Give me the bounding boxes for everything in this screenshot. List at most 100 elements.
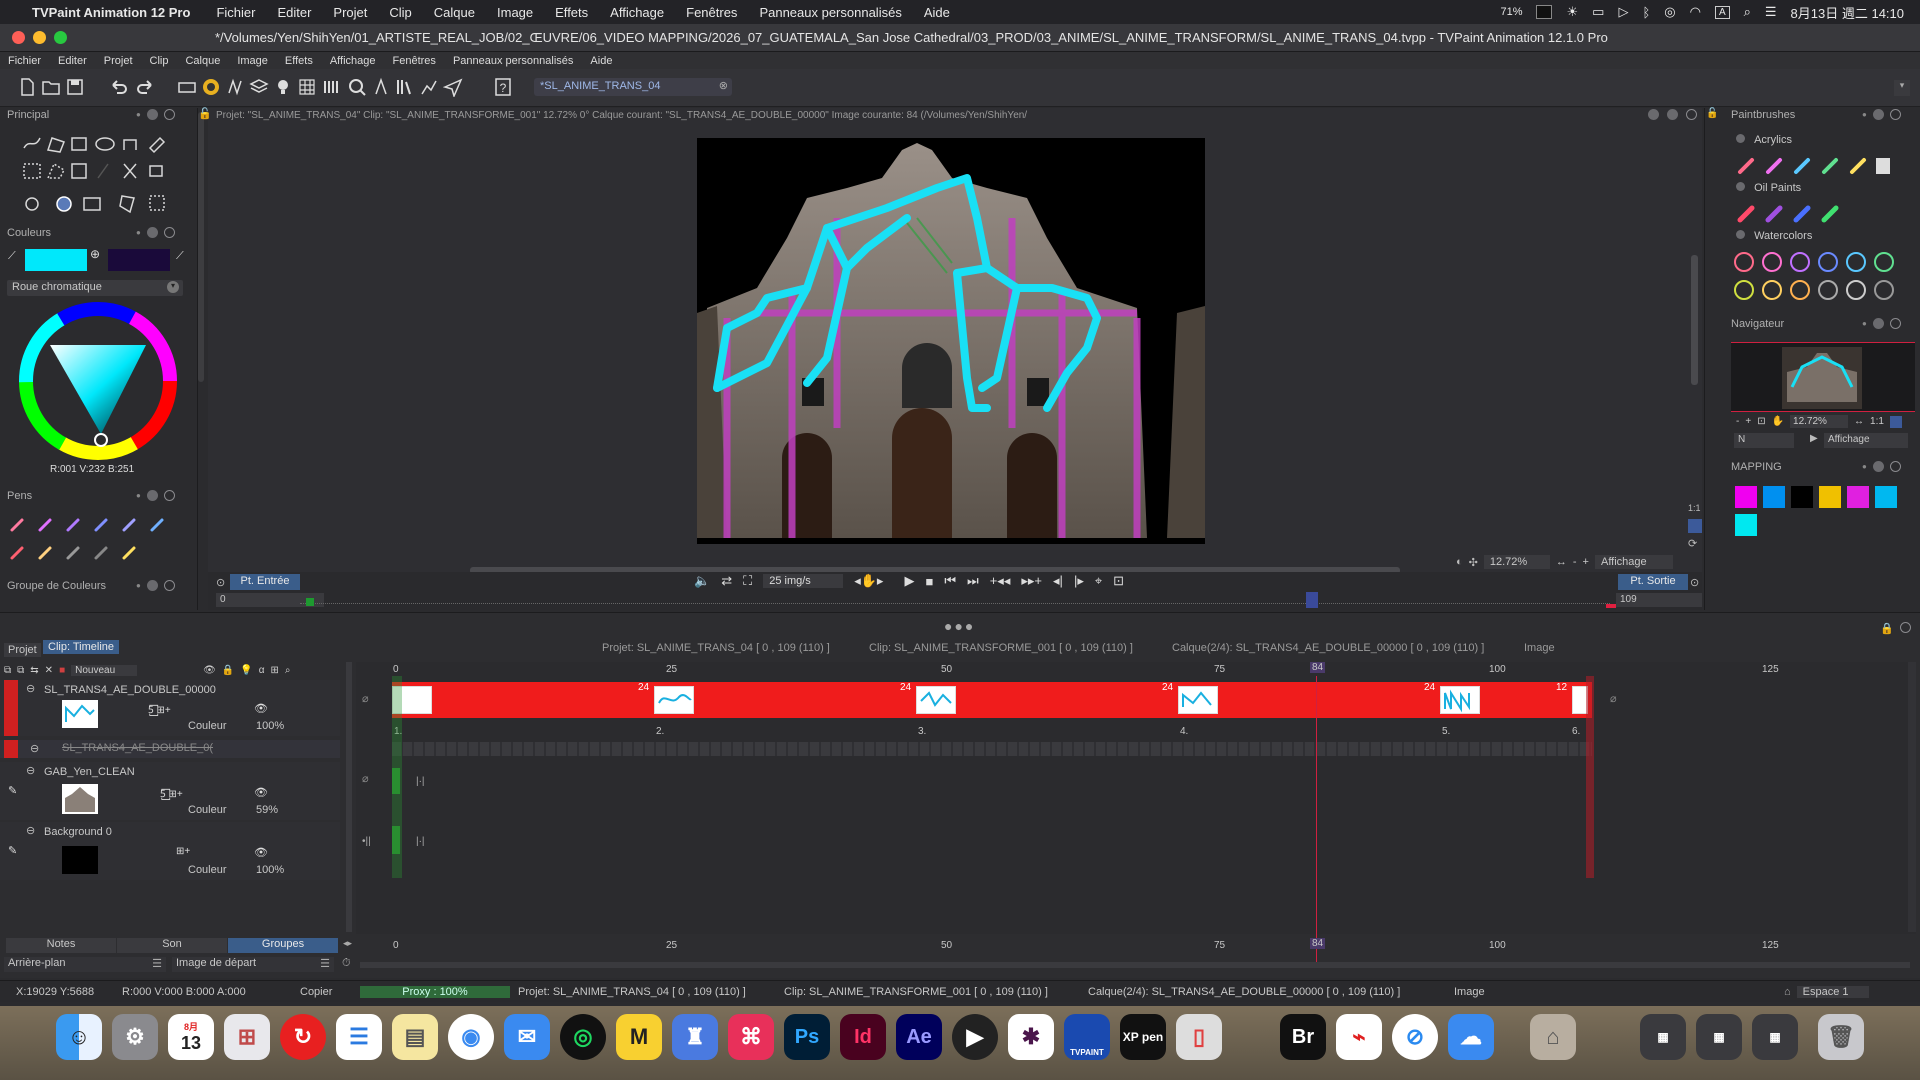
out-point-value[interactable]: 109 xyxy=(1616,593,1702,607)
notes-icon[interactable]: ▤ xyxy=(392,1014,438,1060)
mac-menu-fichier[interactable]: Fichier xyxy=(216,5,255,20)
clock[interactable]: 8月13日 週二 14:10 xyxy=(1791,3,1904,22)
out-point-icon[interactable]: ⊙ xyxy=(1690,576,1699,589)
timeline-zoom-icon[interactable]: ⌕ xyxy=(285,665,291,676)
groupe-close-icon[interactable] xyxy=(163,580,175,591)
bottom-ruler-tick-current[interactable]: 84 xyxy=(1310,938,1326,949)
workspace-select[interactable]: Espace 1 xyxy=(1796,985,1869,998)
mapping-close-icon[interactable] xyxy=(1889,461,1901,472)
light-header-icon[interactable]: 💡 xyxy=(240,665,252,676)
tab-clip-timeline[interactable]: Clip: Timeline xyxy=(43,640,120,654)
oil-paints-brushes[interactable] xyxy=(1736,200,1856,226)
layer-row-3[interactable]: ✎ ⊖ GAB_Yen_CLEAN 5꙱ ⊞+ 👁 Couleur 59% xyxy=(0,762,340,820)
layer-3-visibility-icon[interactable]: 👁 xyxy=(254,786,268,799)
pt-sortie-button[interactable]: Pt. Sortie xyxy=(1618,574,1688,590)
layer-4-options-icon[interactable]: ⊞+ xyxy=(176,846,190,857)
bluetooth-icon[interactable]: ᛒ xyxy=(1642,5,1650,20)
mapping-swatch-5[interactable] xyxy=(1847,486,1869,508)
volume-icon[interactable]: 🔈 xyxy=(694,573,710,589)
couleurs-menu-icon[interactable]: ● xyxy=(136,228,141,237)
mapping-swatch-4[interactable] xyxy=(1819,486,1841,508)
spotify-icon[interactable]: ◎ xyxy=(560,1014,606,1060)
layer-4-pencil-icon[interactable]: ✎ xyxy=(8,844,17,857)
slack-icon[interactable]: ✱ xyxy=(1008,1014,1054,1060)
next-key-button[interactable]: ▸▸+ xyxy=(1021,573,1042,589)
mapping-collapse-icon[interactable] xyxy=(1872,461,1884,472)
mac-menu-projet[interactable]: Projet xyxy=(333,5,367,20)
layer-3-hold-icon[interactable]: |·| xyxy=(416,776,425,787)
mapping-menu-icon[interactable]: ● xyxy=(1862,462,1867,471)
layer-3-opacity[interactable]: 59% xyxy=(256,804,278,816)
pens-grid[interactable] xyxy=(8,512,178,566)
cathedral-file-icon[interactable]: ⌂ xyxy=(1530,1014,1576,1060)
layer-delete-icon[interactable]: ✕ xyxy=(45,665,53,676)
menu-aide[interactable]: Aide xyxy=(590,55,612,67)
layer-1-expand-icon[interactable]: ⊖ xyxy=(26,682,35,695)
fit-view-icon[interactable] xyxy=(1688,519,1702,533)
brush-stack-icon[interactable] xyxy=(224,76,246,98)
next-frame-button[interactable]: |▸ xyxy=(1074,573,1084,589)
right-panel-lock-icon[interactable]: 🔓 xyxy=(1706,108,1718,119)
left-panel-scrollbar[interactable] xyxy=(198,112,204,382)
oil-paints-group[interactable]: Oil Paints xyxy=(1736,182,1801,194)
fx-icon[interactable] xyxy=(370,76,392,98)
timeline-splitter-icon[interactable]: ●●● xyxy=(944,618,975,634)
mac-menu-affichage[interactable]: Affichage xyxy=(610,5,664,20)
timeline-out-marker[interactable] xyxy=(1586,676,1594,878)
layer-1-opacity[interactable]: 100% xyxy=(256,720,284,732)
app-name[interactable]: TVPaint Animation 12 Pro xyxy=(32,5,190,20)
navigator-preview[interactable] xyxy=(1731,342,1915,412)
prev-key-button[interactable]: +◂◂ xyxy=(990,573,1011,589)
timeline-in-marker[interactable] xyxy=(392,676,402,878)
viewer-display-select[interactable]: Affichage xyxy=(1594,555,1673,569)
paintbrushes-collapse-icon[interactable] xyxy=(1872,109,1884,120)
current-frame-line[interactable] xyxy=(1316,676,1317,962)
menu-effets[interactable]: Effets xyxy=(285,55,313,67)
eyedropper-right-icon[interactable]: ⟋ xyxy=(176,250,184,263)
swap-colors-icon[interactable]: ⊕ xyxy=(90,247,100,261)
stencil-header-icon[interactable]: ⊞ xyxy=(271,665,279,676)
spotlight-icon[interactable]: ⌕ xyxy=(1744,4,1751,20)
watercolors-toggle-icon[interactable] xyxy=(1736,230,1745,239)
watercolors-group[interactable]: Watercolors xyxy=(1736,230,1812,242)
open-file-icon[interactable] xyxy=(40,76,62,98)
start-image-menu-icon[interactable]: ☰ xyxy=(320,957,330,970)
layer-1-visibility-icon[interactable]: 👁 xyxy=(254,702,268,715)
panel-collapse-icon[interactable] xyxy=(146,109,158,120)
play-icon[interactable]: ▷ xyxy=(1618,4,1628,20)
new-file-icon[interactable] xyxy=(16,76,38,98)
color-wheel[interactable] xyxy=(17,300,179,462)
viewer-menu-icon[interactable] xyxy=(1648,109,1659,120)
timeline-close-icon[interactable] xyxy=(1900,622,1911,633)
desktop-stack-icon[interactable]: ▦ xyxy=(1752,1014,1798,1060)
menu-affichage[interactable]: Affichage xyxy=(330,55,376,67)
new-layer-icon[interactable]: ⧉ xyxy=(4,665,11,676)
system-settings-icon[interactable]: ⚙ xyxy=(112,1014,158,1060)
cloud-app-icon[interactable]: ☁ xyxy=(1448,1014,1494,1060)
menu-fichier[interactable]: Fichier xyxy=(8,55,41,67)
document-tab[interactable]: *SL_ANIME_TRANS_04 ⊗ xyxy=(534,78,732,96)
tab-projet[interactable]: Projet xyxy=(4,643,41,657)
menu-projet[interactable]: Projet xyxy=(104,55,133,67)
lightbulb-icon[interactable] xyxy=(272,76,294,98)
photoshop-icon[interactable]: Ps xyxy=(784,1014,830,1060)
menu-clip[interactable]: Clip xyxy=(150,55,169,67)
go-start-button[interactable]: ⏮ xyxy=(944,573,956,589)
xppen-icon[interactable] xyxy=(1536,5,1553,19)
safe-area-icon[interactable]: ⛶ xyxy=(743,573,752,589)
pens-collapse-icon[interactable] xyxy=(146,490,158,501)
groupe-menu-icon[interactable]: ● xyxy=(136,581,141,590)
mac-menu-effets[interactable]: Effets xyxy=(555,5,588,20)
layer-row-4[interactable]: ✎ ⊖ Background 0 ⊞+ 👁 Couleur 100% xyxy=(0,822,340,880)
layer-4-blend-mode[interactable]: Couleur xyxy=(188,864,227,876)
eyedropper-left-icon[interactable]: ⟋ xyxy=(8,250,22,264)
bridge-icon[interactable]: Br xyxy=(1280,1014,1326,1060)
mail-icon[interactable]: ✉ xyxy=(504,1014,550,1060)
start-image-select[interactable]: Image de départ ☰ xyxy=(172,957,334,972)
layers-icon[interactable] xyxy=(248,76,270,98)
zoom-in-icon[interactable]: + xyxy=(1583,556,1589,568)
mapping-swatch-6[interactable] xyxy=(1875,486,1897,508)
menu-fenetres[interactable]: Fenêtres xyxy=(393,55,436,67)
chrome-icon[interactable]: ◉ xyxy=(448,1014,494,1060)
layer-1-empty-before-icon[interactable]: ⌀ xyxy=(362,692,369,705)
